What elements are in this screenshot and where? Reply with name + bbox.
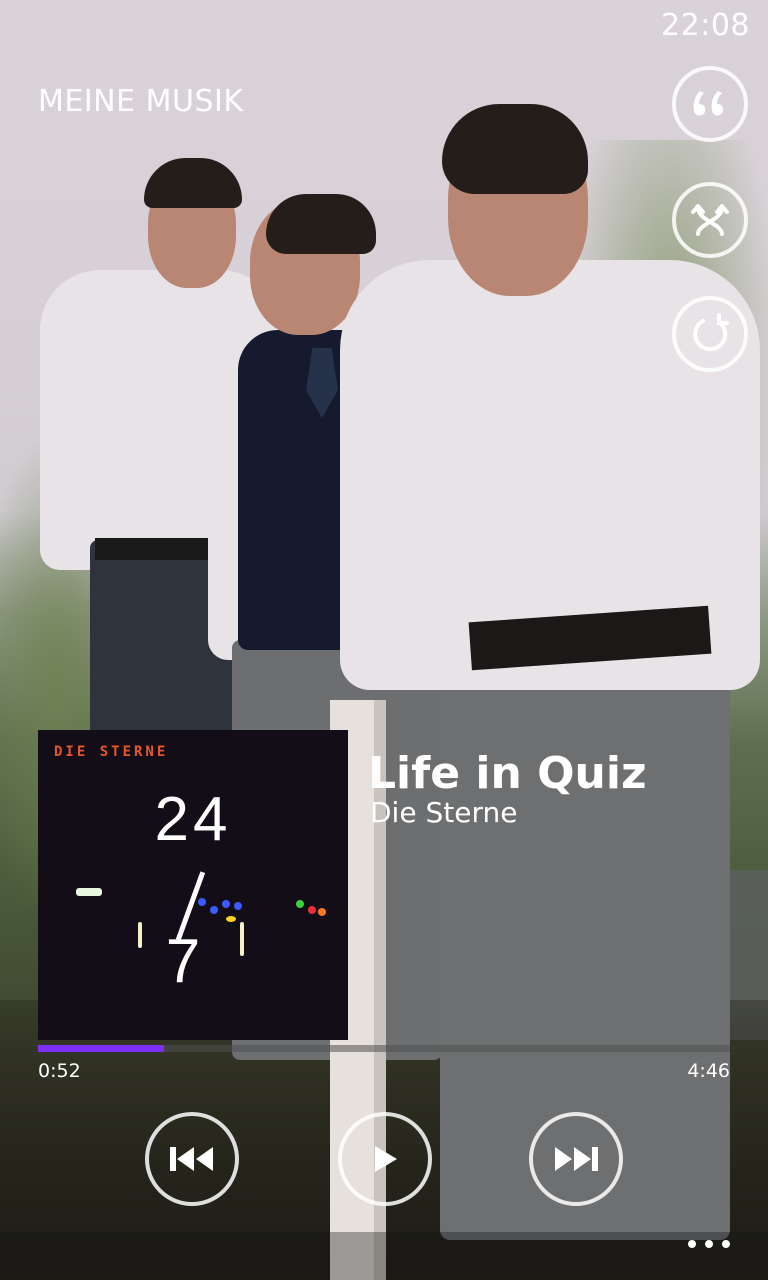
progress-bar[interactable] xyxy=(38,1045,730,1052)
background-photo xyxy=(0,0,768,1280)
play-button[interactable] xyxy=(338,1112,432,1206)
shuffle-icon xyxy=(691,204,729,236)
shuffle-button[interactable] xyxy=(672,182,748,258)
album-band-text: DIE STERNE xyxy=(54,744,169,760)
status-clock: 22:08 xyxy=(661,8,750,43)
section-title[interactable]: MEINE MUSIK xyxy=(38,84,244,119)
play-icon xyxy=(375,1146,397,1172)
previous-icon xyxy=(170,1147,213,1171)
lyrics-button[interactable] xyxy=(672,66,748,142)
progress-fill xyxy=(38,1045,164,1052)
next-icon xyxy=(555,1147,598,1171)
repeat-button[interactable] xyxy=(672,296,748,372)
album-number-top: 24 xyxy=(154,785,232,854)
track-title: Life in Quiz xyxy=(368,748,647,799)
album-art: DIE STERNE 24 7 xyxy=(38,730,348,1040)
app-bar xyxy=(0,1232,768,1280)
next-button[interactable] xyxy=(529,1112,623,1206)
more-dots-icon[interactable] xyxy=(688,1240,730,1248)
track-artist[interactable]: Die Sterne xyxy=(370,796,517,829)
quote-icon xyxy=(693,91,724,116)
album-number-bottom: 7 xyxy=(165,927,201,996)
previous-button[interactable] xyxy=(145,1112,239,1206)
repeat-icon xyxy=(693,313,729,352)
time-elapsed: 0:52 xyxy=(38,1060,81,1082)
time-total: 4:46 xyxy=(687,1060,730,1082)
